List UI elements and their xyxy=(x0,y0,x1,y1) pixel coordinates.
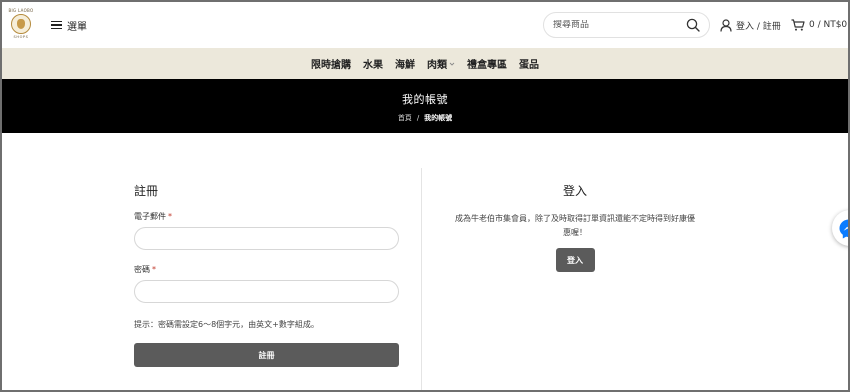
logo-top-text: BIG LAOBO xyxy=(8,8,34,13)
hamburger-icon xyxy=(51,20,62,30)
nav-item-label: 限時搶購 xyxy=(311,60,351,71)
required-mark: * xyxy=(168,212,172,221)
email-label: 電子郵件 * xyxy=(134,211,399,222)
nav-item-flash-sale[interactable]: 限時搶購 xyxy=(311,56,351,71)
cart-link[interactable]: 0 / NT$0 xyxy=(791,17,847,33)
user-icon xyxy=(720,18,732,32)
search-box xyxy=(543,12,710,38)
page-title-banner: 我的帳號 首頁 / 我的帳號 xyxy=(2,79,848,133)
messenger-chat-button[interactable] xyxy=(832,210,848,246)
login-heading: 登入 xyxy=(562,184,587,198)
breadcrumb-home-link[interactable]: 首頁 xyxy=(398,114,412,122)
page-title: 我的帳號 xyxy=(402,93,448,106)
site-header: BIG LAOBO SHOPS 選單 登入 / 註冊 xyxy=(2,2,848,48)
nav-item-fruit[interactable]: 水果 xyxy=(363,56,383,71)
column-divider xyxy=(421,168,422,390)
nav-item-label: 水果 xyxy=(363,60,383,71)
password-label: 密碼 * xyxy=(134,264,399,275)
chevron-down-icon xyxy=(449,62,455,66)
nav-item-label: 禮盒專區 xyxy=(467,60,507,71)
breadcrumb-separator: / xyxy=(416,114,420,122)
required-mark: * xyxy=(152,265,156,274)
cart-icon xyxy=(791,19,805,31)
category-nav: 限時搶購 水果 海鮮 肉類 禮盒專區 蛋品 xyxy=(2,48,848,79)
nav-item-label: 肉類 xyxy=(427,60,447,71)
email-field[interactable] xyxy=(134,227,399,250)
email-label-text: 電子郵件 xyxy=(134,212,166,221)
nav-item-eggs[interactable]: 蛋品 xyxy=(519,56,539,71)
breadcrumb-current: 我的帳號 xyxy=(424,114,453,122)
cart-total: 0 / NT$0 xyxy=(809,20,848,30)
login-description-line2: 惠喔！ xyxy=(563,228,587,237)
nav-item-seafood[interactable]: 海鮮 xyxy=(395,56,415,71)
password-hint: 提示：密碼需設定6～8個字元，由英文+數字組成。 xyxy=(134,320,319,329)
menu-button[interactable]: 選單 xyxy=(51,16,87,34)
search-icon[interactable] xyxy=(686,18,700,32)
menu-label: 選單 xyxy=(67,21,87,33)
logo-seal-icon xyxy=(11,14,31,34)
breadcrumb: 首頁 / 我的帳號 xyxy=(2,113,848,123)
login-register-label: 登入 / 註冊 xyxy=(736,21,781,32)
nav-item-label: 蛋品 xyxy=(519,60,539,71)
login-description: 成為牛老伯市集會員，除了及時取得訂單資訊還能不定時得到好康優 惠喔！ xyxy=(442,212,708,240)
nav-item-meat[interactable]: 肉類 xyxy=(427,56,455,71)
site-logo[interactable]: BIG LAOBO SHOPS xyxy=(8,8,34,42)
nav-item-gift-box[interactable]: 禮盒專區 xyxy=(467,56,507,71)
password-field[interactable] xyxy=(134,280,399,303)
register-heading: 註冊 xyxy=(134,184,159,198)
logo-bottom-text: SHOPS xyxy=(13,35,29,39)
login-button[interactable]: 登入 xyxy=(555,248,595,272)
nav-item-label: 海鮮 xyxy=(395,60,415,71)
login-register-link[interactable]: 登入 / 註冊 xyxy=(720,17,781,33)
page-frame: BIG LAOBO SHOPS 選單 登入 / 註冊 xyxy=(0,0,850,392)
login-panel: 登入 成為牛老伯市集會員，除了及時取得訂單資訊還能不定時得到好康優 惠喔！ 登入 xyxy=(442,182,708,272)
password-label-text: 密碼 xyxy=(134,265,150,274)
messenger-icon xyxy=(839,219,848,239)
register-form: 註冊 電子郵件 * 密碼 * 提示：密碼需設定6～8個字元，由英文+數字組成。 註冊 xyxy=(134,182,399,367)
login-description-line1: 成為牛老伯市集會員，除了及時取得訂單資訊還能不定時得到好康優 xyxy=(455,214,695,223)
search-input[interactable] xyxy=(544,20,679,30)
register-button[interactable]: 註冊 xyxy=(134,343,399,367)
